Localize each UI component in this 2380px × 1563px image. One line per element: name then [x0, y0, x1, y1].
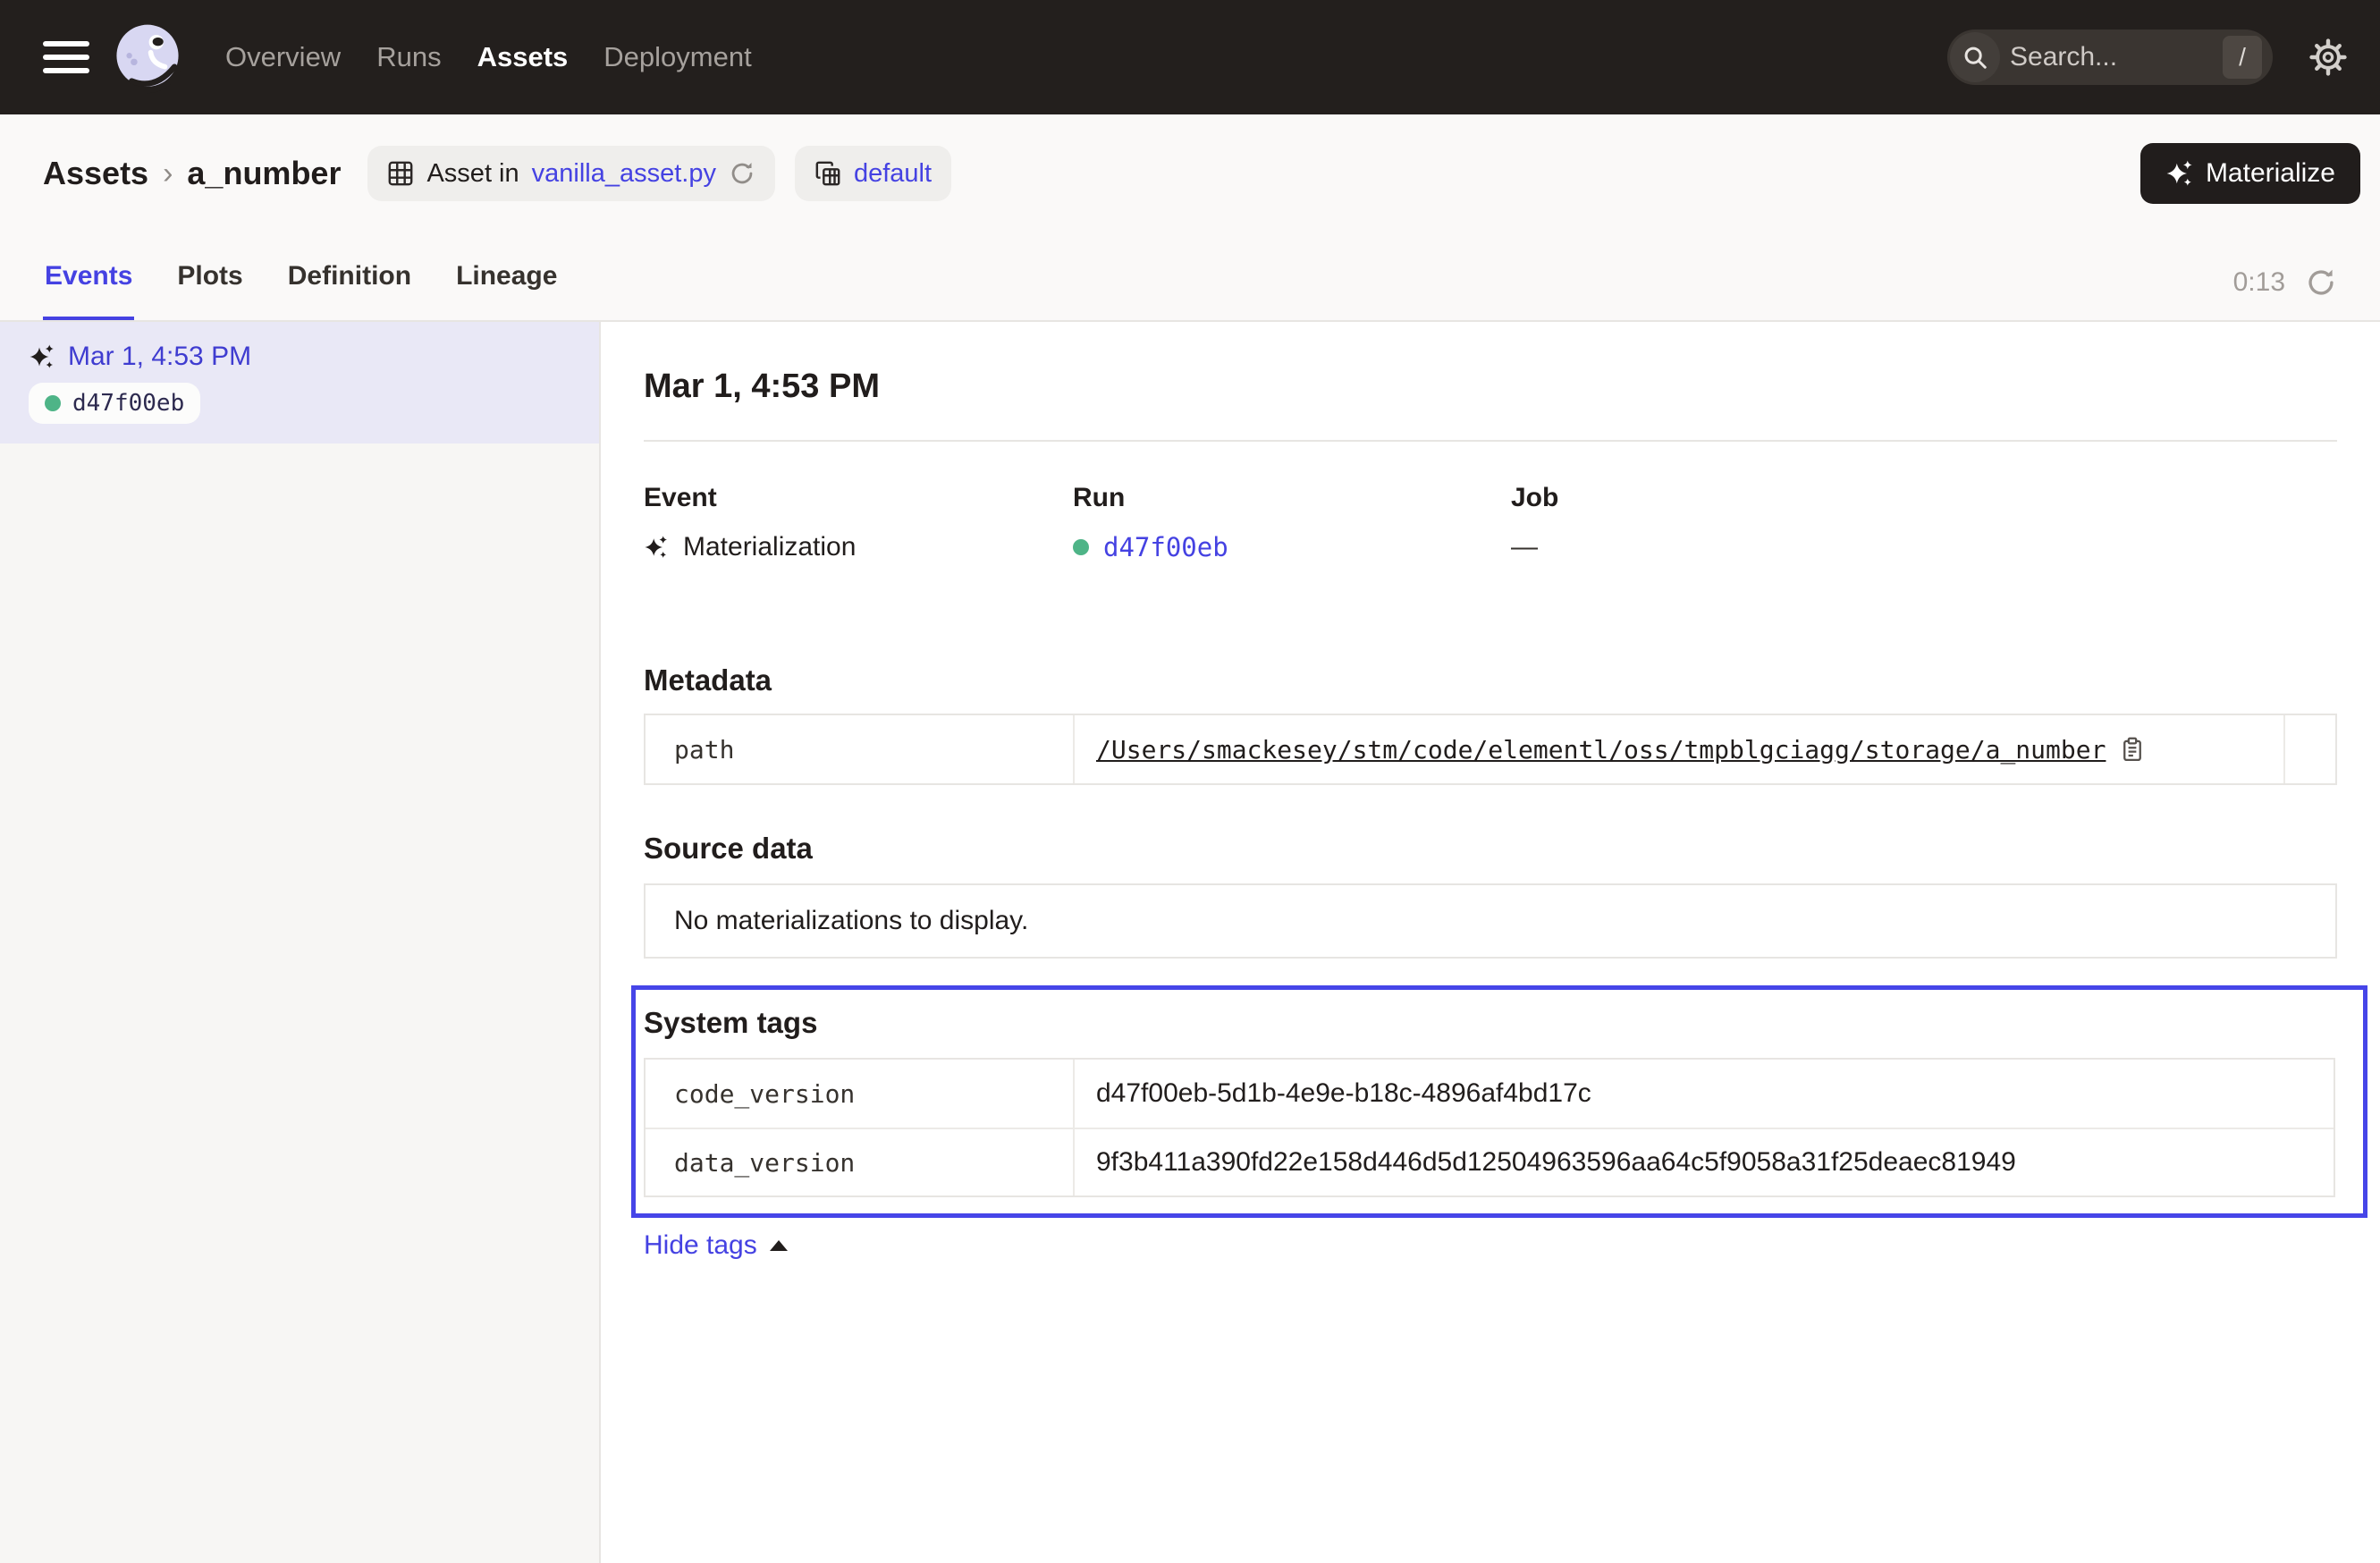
asset-badge-prefix: Asset in — [426, 159, 519, 189]
materialization-sparkle-icon — [29, 343, 55, 370]
system-tag-value: 9f3b411a390fd22e158d446d5d12504963596aa6… — [1096, 1147, 2016, 1178]
materialize-button-label: Materialize — [2206, 158, 2335, 189]
run-status-dot — [1073, 539, 1089, 555]
system-tag-key: code_version — [646, 1060, 1075, 1128]
table-row: code_version d47f00eb-5d1b-4e9e-b18c-489… — [646, 1060, 2334, 1128]
events-sidebar: Mar 1, 4:53 PM d47f00eb — [0, 322, 601, 1563]
tab-definition[interactable]: Definition — [286, 261, 413, 320]
code-location-badge[interactable]: default — [795, 146, 951, 201]
system-tags-title: System tags — [644, 1004, 2363, 1042]
nav-item-runs[interactable]: Runs — [376, 41, 441, 73]
code-location-link[interactable]: default — [854, 159, 932, 189]
run-id-text: d47f00eb — [72, 390, 184, 417]
job-value: — — [1511, 529, 1538, 565]
nav-item-assets[interactable]: Assets — [477, 41, 569, 73]
event-timestamp: Mar 1, 4:53 PM — [68, 342, 251, 372]
breadcrumb-asset-name: a_number — [187, 155, 341, 192]
system-tags-table: code_version d47f00eb-5d1b-4e9e-b18c-489… — [644, 1058, 2335, 1197]
search-shortcut-key: / — [2223, 36, 2262, 79]
run-status-dot — [45, 395, 61, 411]
breadcrumb-assets-link[interactable]: Assets — [43, 155, 148, 192]
dagster-logo-icon — [113, 20, 182, 95]
tab-plots[interactable]: Plots — [175, 261, 244, 320]
settings-gear-icon[interactable] — [2308, 38, 2348, 77]
metadata-action-cell — [2283, 715, 2335, 783]
event-type-value: Materialization — [683, 529, 856, 565]
run-id-pill[interactable]: d47f00eb — [29, 383, 200, 424]
refresh-countdown: 0:13 — [2233, 267, 2285, 298]
top-nav: Overview Runs Assets Deployment / — [0, 0, 2380, 114]
menu-icon[interactable] — [43, 41, 89, 73]
page-header: Assets › a_number Asset in vanilla_asset… — [0, 114, 2380, 232]
primary-nav: Overview Runs Assets Deployment — [225, 41, 752, 73]
system-tag-key: data_version — [646, 1129, 1075, 1195]
content-area: Mar 1, 4:53 PM d47f00eb Mar 1, 4:53 PM E… — [0, 322, 2380, 1563]
table-row: data_version 9f3b411a390fd22e158d446d5d1… — [646, 1128, 2334, 1195]
metadata-key: path — [646, 715, 1075, 783]
system-tags-section: System tags code_version d47f00eb-5d1b-4… — [631, 985, 2367, 1218]
source-data-section: Source data No materializations to displ… — [644, 830, 2337, 959]
asset-grid-icon — [387, 160, 414, 187]
divider — [644, 440, 2337, 442]
source-data-title: Source data — [644, 830, 2337, 867]
breadcrumb: Assets › a_number — [43, 155, 341, 192]
run-id-link[interactable]: d47f00eb — [1103, 529, 1228, 565]
search-box[interactable]: / — [1947, 30, 2273, 85]
event-detail-panel: Mar 1, 4:53 PM Event Materialization — [601, 322, 2380, 1563]
sparkle-icon — [2165, 159, 2194, 188]
dagster-app: Overview Runs Assets Deployment / — [0, 0, 2380, 1563]
job-label: Job — [1511, 481, 2337, 515]
reload-definition-icon[interactable] — [729, 160, 755, 187]
event-details: Event Materialization Run d47f0 — [644, 481, 2337, 565]
nav-item-overview[interactable]: Overview — [225, 41, 341, 73]
metadata-table: path /Users/smackesey/stm/code/elementl/… — [644, 714, 2337, 785]
breadcrumb-separator-icon: › — [163, 156, 173, 191]
asset-definition-badge[interactable]: Asset in vanilla_asset.py — [367, 146, 775, 201]
run-label: Run — [1073, 481, 1511, 515]
metadata-path-link[interactable]: /Users/smackesey/stm/code/elementl/oss/t… — [1096, 735, 2106, 765]
metadata-section: Metadata path /Users/smackesey/stm/code/… — [644, 662, 2337, 785]
metadata-title: Metadata — [644, 662, 2337, 699]
system-tag-value: d47f00eb-5d1b-4e9e-b18c-4896af4bd17c — [1096, 1078, 1591, 1109]
event-list-item[interactable]: Mar 1, 4:53 PM d47f00eb — [0, 322, 599, 444]
source-data-empty-state: No materializations to display. — [644, 883, 2337, 959]
materialize-button[interactable]: Materialize — [2140, 143, 2360, 204]
asset-file-link[interactable]: vanilla_asset.py — [532, 159, 716, 189]
tabs-bar: Events Plots Definition Lineage 0:13 — [0, 232, 2380, 322]
refresh-icon[interactable] — [2305, 266, 2337, 299]
tab-events[interactable]: Events — [43, 261, 134, 320]
chevron-up-icon — [770, 1240, 788, 1251]
search-input[interactable] — [2003, 42, 2223, 72]
code-location-icon — [814, 160, 841, 187]
copy-icon[interactable] — [2120, 737, 2145, 762]
table-row: path /Users/smackesey/stm/code/elementl/… — [646, 715, 2335, 783]
nav-item-deployment[interactable]: Deployment — [603, 41, 751, 73]
materialization-sparkle-icon — [644, 535, 669, 560]
event-label: Event — [644, 481, 1073, 515]
search-icon — [1950, 32, 2000, 82]
hide-tags-link[interactable]: Hide tags — [644, 1230, 788, 1261]
event-heading: Mar 1, 4:53 PM — [644, 365, 2337, 408]
tab-lineage[interactable]: Lineage — [454, 261, 559, 320]
